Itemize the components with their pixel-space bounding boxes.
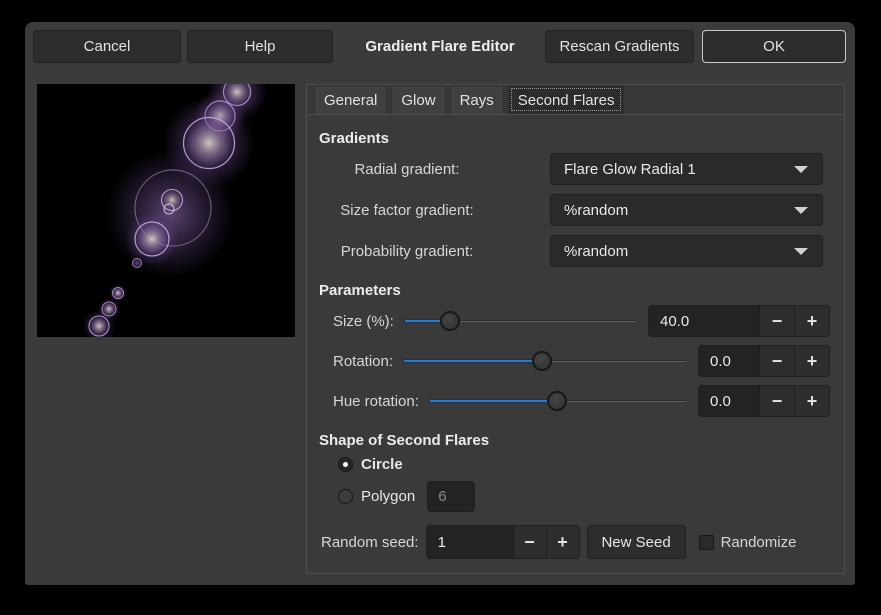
gradients-section-title: Gradients	[319, 131, 844, 146]
radial-gradient-dropdown[interactable]: Flare Glow Radial 1	[550, 153, 823, 185]
rotation-row: Rotation: 0.0 − +	[333, 345, 830, 377]
circle-radio-row: Circle	[338, 455, 844, 473]
rotation-slider[interactable]	[403, 350, 686, 372]
size-spinbox: 40.0 − +	[648, 305, 830, 337]
dropdown-arrow-icon	[794, 248, 808, 255]
random-seed-spinbox: 1 − +	[426, 525, 580, 559]
shape-section-title: Shape of Second Flares	[319, 433, 844, 448]
radial-gradient-value: Flare Glow Radial 1	[564, 161, 696, 178]
radial-gradient-row: Radial gradient: Flare Glow Radial 1	[307, 153, 823, 185]
random-seed-row: Random seed: 1 − + New Seed Randomize	[321, 525, 844, 559]
polygon-radio[interactable]	[338, 489, 353, 504]
gradient-flare-editor-dialog: Cancel Help Gradient Flare Editor Rescan…	[25, 22, 855, 585]
help-button[interactable]: Help	[187, 30, 333, 63]
seed-increment-button[interactable]: +	[546, 526, 579, 558]
probability-gradient-row: Probability gradient: %random	[307, 235, 823, 267]
hue-rotation-increment-button[interactable]: +	[794, 386, 829, 416]
randomize-label[interactable]: Randomize	[721, 534, 797, 551]
hue-rotation-slider[interactable]	[429, 390, 686, 412]
slider-handle[interactable]	[532, 351, 552, 371]
cancel-button[interactable]: Cancel	[33, 30, 181, 63]
probability-gradient-value: %random	[564, 243, 628, 260]
size-slider[interactable]	[404, 310, 636, 332]
ok-button[interactable]: OK	[702, 30, 846, 63]
size-factor-gradient-value: %random	[564, 202, 628, 219]
dialog-title: Gradient Flare Editor	[335, 30, 545, 63]
rotation-value-field[interactable]: 0.0	[699, 346, 759, 376]
tab-glow[interactable]: Glow	[391, 85, 445, 114]
rescan-gradients-button[interactable]: Rescan Gradients	[545, 30, 694, 63]
probability-gradient-label: Probability gradient:	[307, 243, 507, 260]
probability-gradient-dropdown[interactable]: %random	[550, 235, 823, 267]
hue-rotation-decrement-button[interactable]: −	[759, 386, 794, 416]
polygon-radio-label[interactable]: Polygon	[361, 488, 415, 505]
seed-decrement-button[interactable]: −	[513, 526, 546, 558]
hue-rotation-value-field[interactable]: 0.0	[699, 386, 759, 416]
polygon-sides-field[interactable]: 6	[427, 481, 475, 512]
circle-radio[interactable]	[338, 457, 353, 472]
slider-handle[interactable]	[547, 391, 567, 411]
tab-strip: General Glow Rays Second Flares	[307, 85, 844, 115]
size-row: Size (%): 40.0 − +	[333, 305, 830, 337]
circle-radio-label[interactable]: Circle	[361, 456, 403, 473]
randomize-checkbox[interactable]	[699, 535, 714, 550]
dropdown-arrow-icon	[794, 166, 808, 173]
tab-second-flares[interactable]: Second Flares	[508, 85, 625, 114]
flare-preview-image	[37, 84, 295, 337]
hue-rotation-spinbox: 0.0 − +	[698, 385, 830, 417]
new-seed-button[interactable]: New Seed	[587, 525, 686, 559]
slider-handle[interactable]	[440, 311, 460, 331]
slider-fill	[429, 399, 558, 403]
size-factor-gradient-row: Size factor gradient: %random	[307, 194, 823, 226]
size-factor-gradient-label: Size factor gradient:	[307, 202, 507, 219]
polygon-radio-row: Polygon 6	[338, 480, 844, 512]
hue-rotation-label: Hue rotation:	[333, 393, 419, 410]
size-decrement-button[interactable]: −	[759, 306, 794, 336]
rotation-decrement-button[interactable]: −	[759, 346, 794, 376]
size-factor-gradient-dropdown[interactable]: %random	[550, 194, 823, 226]
rotation-increment-button[interactable]: +	[794, 346, 829, 376]
hue-rotation-row: Hue rotation: 0.0 − +	[333, 385, 830, 417]
random-seed-label: Random seed:	[321, 534, 419, 551]
dropdown-arrow-icon	[794, 207, 808, 214]
tab-rays[interactable]: Rays	[450, 85, 504, 114]
parameters-section-title: Parameters	[319, 283, 844, 298]
slider-fill	[403, 359, 542, 363]
size-label: Size (%):	[333, 313, 394, 330]
rotation-label: Rotation:	[333, 353, 393, 370]
radial-gradient-label: Radial gradient:	[307, 161, 507, 178]
settings-notebook: General Glow Rays Second Flares Gradient…	[306, 84, 845, 574]
size-increment-button[interactable]: +	[794, 306, 829, 336]
rotation-spinbox: 0.0 − +	[698, 345, 830, 377]
random-seed-field[interactable]: 1	[427, 526, 513, 558]
flare-preview	[37, 84, 295, 337]
tab-general[interactable]: General	[314, 85, 387, 114]
size-value-field[interactable]: 40.0	[649, 306, 759, 336]
